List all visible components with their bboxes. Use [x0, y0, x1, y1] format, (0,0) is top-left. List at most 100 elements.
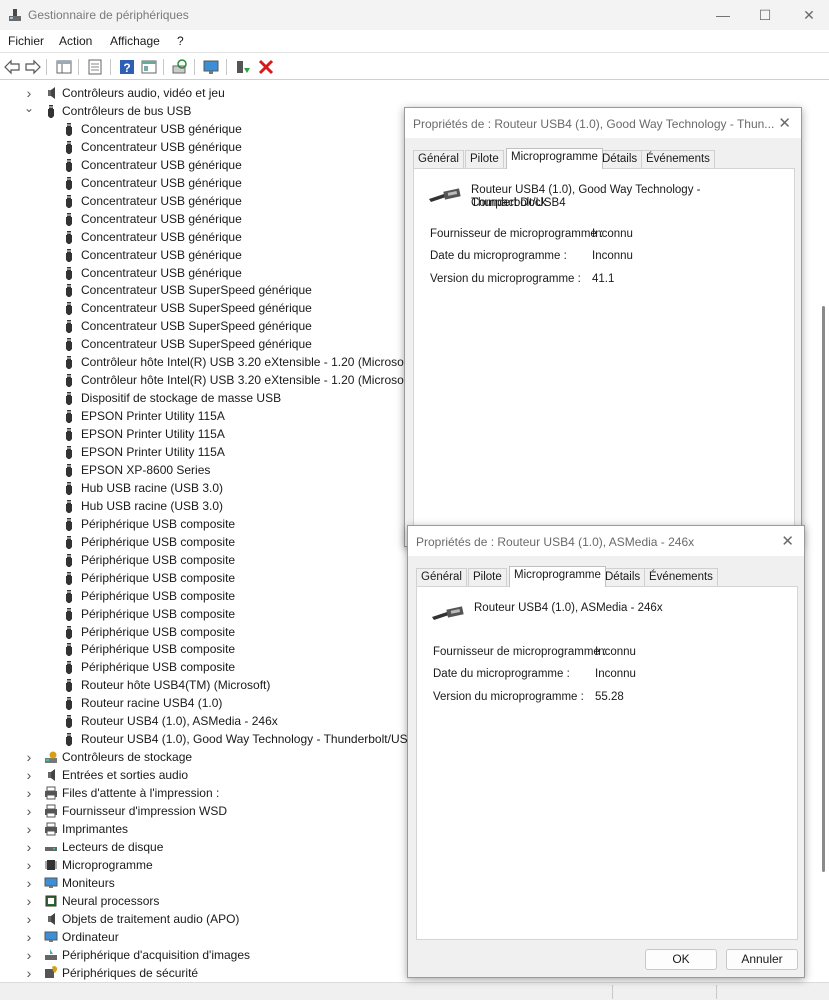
uninstall-icon[interactable]: [257, 58, 275, 76]
tree-item[interactable]: Périphérique USB composite: [0, 623, 410, 641]
show-list-icon[interactable]: [86, 58, 104, 76]
ok-button[interactable]: OK: [645, 949, 717, 970]
menu-action[interactable]: Action: [59, 34, 92, 48]
tab-details[interactable]: Détails: [597, 150, 643, 168]
tree-item[interactable]: Dispositif de stockage de masse USB: [0, 389, 410, 407]
tree-item[interactable]: EPSON Printer Utility 115A: [0, 443, 410, 461]
tab-pilote[interactable]: Pilote: [468, 568, 507, 586]
tree-item[interactable]: Périphérique USB composite: [0, 533, 410, 551]
tab-general[interactable]: Général: [416, 568, 467, 586]
maximize-button[interactable]: ☐: [742, 2, 788, 28]
firmware-icon: [45, 859, 57, 870]
update-driver-icon[interactable]: [234, 58, 252, 76]
tree-item[interactable]: › Contrôleurs de stockage: [0, 748, 410, 766]
cancel-button[interactable]: Annuler: [726, 949, 798, 970]
tree-item[interactable]: › Ordinateur: [0, 928, 410, 946]
tab-pilote[interactable]: Pilote: [465, 150, 504, 168]
tab-microprogramme[interactable]: Microprogramme: [506, 148, 603, 169]
expand-chevron-icon[interactable]: ›: [24, 766, 34, 784]
expand-chevron-icon[interactable]: ›: [24, 748, 34, 766]
tree-item[interactable]: › Lecteurs de disque: [0, 838, 410, 856]
collapse-chevron-icon[interactable]: ⌄: [24, 102, 34, 120]
tree-item[interactable]: › Entrées et sorties audio: [0, 766, 410, 784]
expand-chevron-icon[interactable]: ›: [24, 838, 34, 856]
tree-item[interactable]: Contrôleur hôte Intel(R) USB 3.20 eXtens…: [0, 353, 414, 371]
tree-item[interactable]: Périphérique USB composite: [0, 587, 410, 605]
tree-item[interactable]: Concentrateur USB générique: [0, 246, 410, 264]
tree-item[interactable]: Routeur USB4 (1.0), Good Way Technology …: [0, 730, 422, 748]
processor-icon: [45, 895, 57, 907]
expand-chevron-icon[interactable]: ›: [24, 802, 34, 820]
tree-item[interactable]: Périphérique USB composite: [0, 515, 410, 533]
forward-icon[interactable]: [24, 58, 42, 76]
tree-item[interactable]: Concentrateur USB générique: [0, 210, 410, 228]
tree-item[interactable]: › Files d'attente à l'impression :: [0, 784, 410, 802]
tree-item[interactable]: Concentrateur USB générique: [0, 138, 410, 156]
tree-item[interactable]: › Imprimantes: [0, 820, 410, 838]
tree-item-label: Périphérique USB composite: [81, 624, 236, 639]
expand-chevron-icon[interactable]: ›: [24, 964, 34, 982]
tree-item[interactable]: Routeur USB4 (1.0), ASMedia - 246x: [0, 712, 410, 730]
expand-chevron-icon[interactable]: ›: [24, 910, 34, 928]
expand-chevron-icon[interactable]: ›: [24, 892, 34, 910]
tree-item[interactable]: Concentrateur USB SuperSpeed générique: [0, 317, 410, 335]
scan-hardware-icon[interactable]: [171, 58, 189, 76]
tree-item[interactable]: › Microprogramme: [0, 856, 410, 874]
tree-item[interactable]: › Périphériques de sécurité: [0, 964, 410, 982]
expand-chevron-icon[interactable]: ›: [24, 946, 34, 964]
tree-item[interactable]: EPSON Printer Utility 115A: [0, 425, 410, 443]
back-icon[interactable]: [3, 58, 21, 76]
tree-item[interactable]: Concentrateur USB générique: [0, 156, 410, 174]
tree-item[interactable]: ⌄ Contrôleurs de bus USB: [0, 102, 410, 120]
tree-item[interactable]: Concentrateur USB générique: [0, 174, 410, 192]
tree-item[interactable]: Périphérique USB composite: [0, 605, 410, 623]
expand-chevron-icon[interactable]: ›: [24, 874, 34, 892]
tree-item[interactable]: Routeur hôte USB4(TM) (Microsoft): [0, 676, 410, 694]
tree-item[interactable]: Périphérique USB composite: [0, 569, 410, 587]
tree-item[interactable]: Concentrateur USB générique: [0, 192, 410, 210]
expand-chevron-icon[interactable]: ›: [24, 84, 34, 102]
tab-details[interactable]: Détails: [600, 568, 646, 586]
expand-chevron-icon[interactable]: ›: [24, 820, 34, 838]
tab-microprogramme[interactable]: Microprogramme: [509, 566, 606, 587]
tab-evenements[interactable]: Événements: [644, 568, 718, 586]
expand-chevron-icon[interactable]: ›: [24, 856, 34, 874]
view-icon[interactable]: [140, 58, 158, 76]
help-icon[interactable]: ?: [118, 58, 136, 76]
tree-item[interactable]: Contrôleur hôte Intel(R) USB 3.20 eXtens…: [0, 371, 414, 389]
tree-item[interactable]: › Contrôleurs audio, vidéo et jeu: [0, 84, 410, 102]
tree-item[interactable]: › Objets de traitement audio (APO): [0, 910, 410, 928]
tree-item[interactable]: Concentrateur USB générique: [0, 228, 410, 246]
tree-item[interactable]: Périphérique USB composite: [0, 551, 410, 569]
tree-item[interactable]: Concentrateur USB SuperSpeed générique: [0, 281, 410, 299]
expand-chevron-icon[interactable]: ›: [24, 928, 34, 946]
tree-item[interactable]: Hub USB racine (USB 3.0): [0, 497, 410, 515]
tree-item[interactable]: Concentrateur USB générique: [0, 120, 410, 138]
close-button[interactable]: ✕: [786, 2, 829, 28]
tree-item[interactable]: Routeur racine USB4 (1.0): [0, 694, 410, 712]
minimize-button[interactable]: —: [700, 2, 746, 28]
properties-grid-icon[interactable]: [55, 58, 73, 76]
dialog-close-icon[interactable]: ✕: [781, 532, 794, 550]
tree-item[interactable]: Périphérique USB composite: [0, 640, 410, 658]
tree-item[interactable]: Concentrateur USB SuperSpeed générique: [0, 335, 410, 353]
tree-item[interactable]: EPSON Printer Utility 115A: [0, 407, 410, 425]
expand-chevron-icon[interactable]: ›: [24, 784, 34, 802]
tab-evenements[interactable]: Événements: [641, 150, 715, 168]
tree-item[interactable]: › Fournisseur d'impression WSD: [0, 802, 410, 820]
tab-general[interactable]: Général: [413, 150, 464, 168]
dialog-close-icon[interactable]: ✕: [778, 114, 791, 132]
tree-item[interactable]: Concentrateur USB SuperSpeed générique: [0, 299, 410, 317]
tree-item[interactable]: Concentrateur USB générique: [0, 264, 410, 282]
monitor-icon[interactable]: [202, 58, 220, 76]
vertical-scrollbar[interactable]: [822, 306, 825, 872]
menu-affichage[interactable]: Affichage: [110, 34, 160, 48]
tree-item[interactable]: Hub USB racine (USB 3.0): [0, 479, 410, 497]
tree-item[interactable]: Périphérique USB composite: [0, 658, 410, 676]
tree-item[interactable]: › Moniteurs: [0, 874, 410, 892]
menu-fichier[interactable]: Fichier: [8, 34, 44, 48]
menu-help[interactable]: ?: [177, 34, 184, 48]
tree-item[interactable]: › Neural processors: [0, 892, 410, 910]
tree-item[interactable]: › Périphérique d'acquisition d'images: [0, 946, 410, 964]
tree-item[interactable]: EPSON XP-8600 Series: [0, 461, 410, 479]
